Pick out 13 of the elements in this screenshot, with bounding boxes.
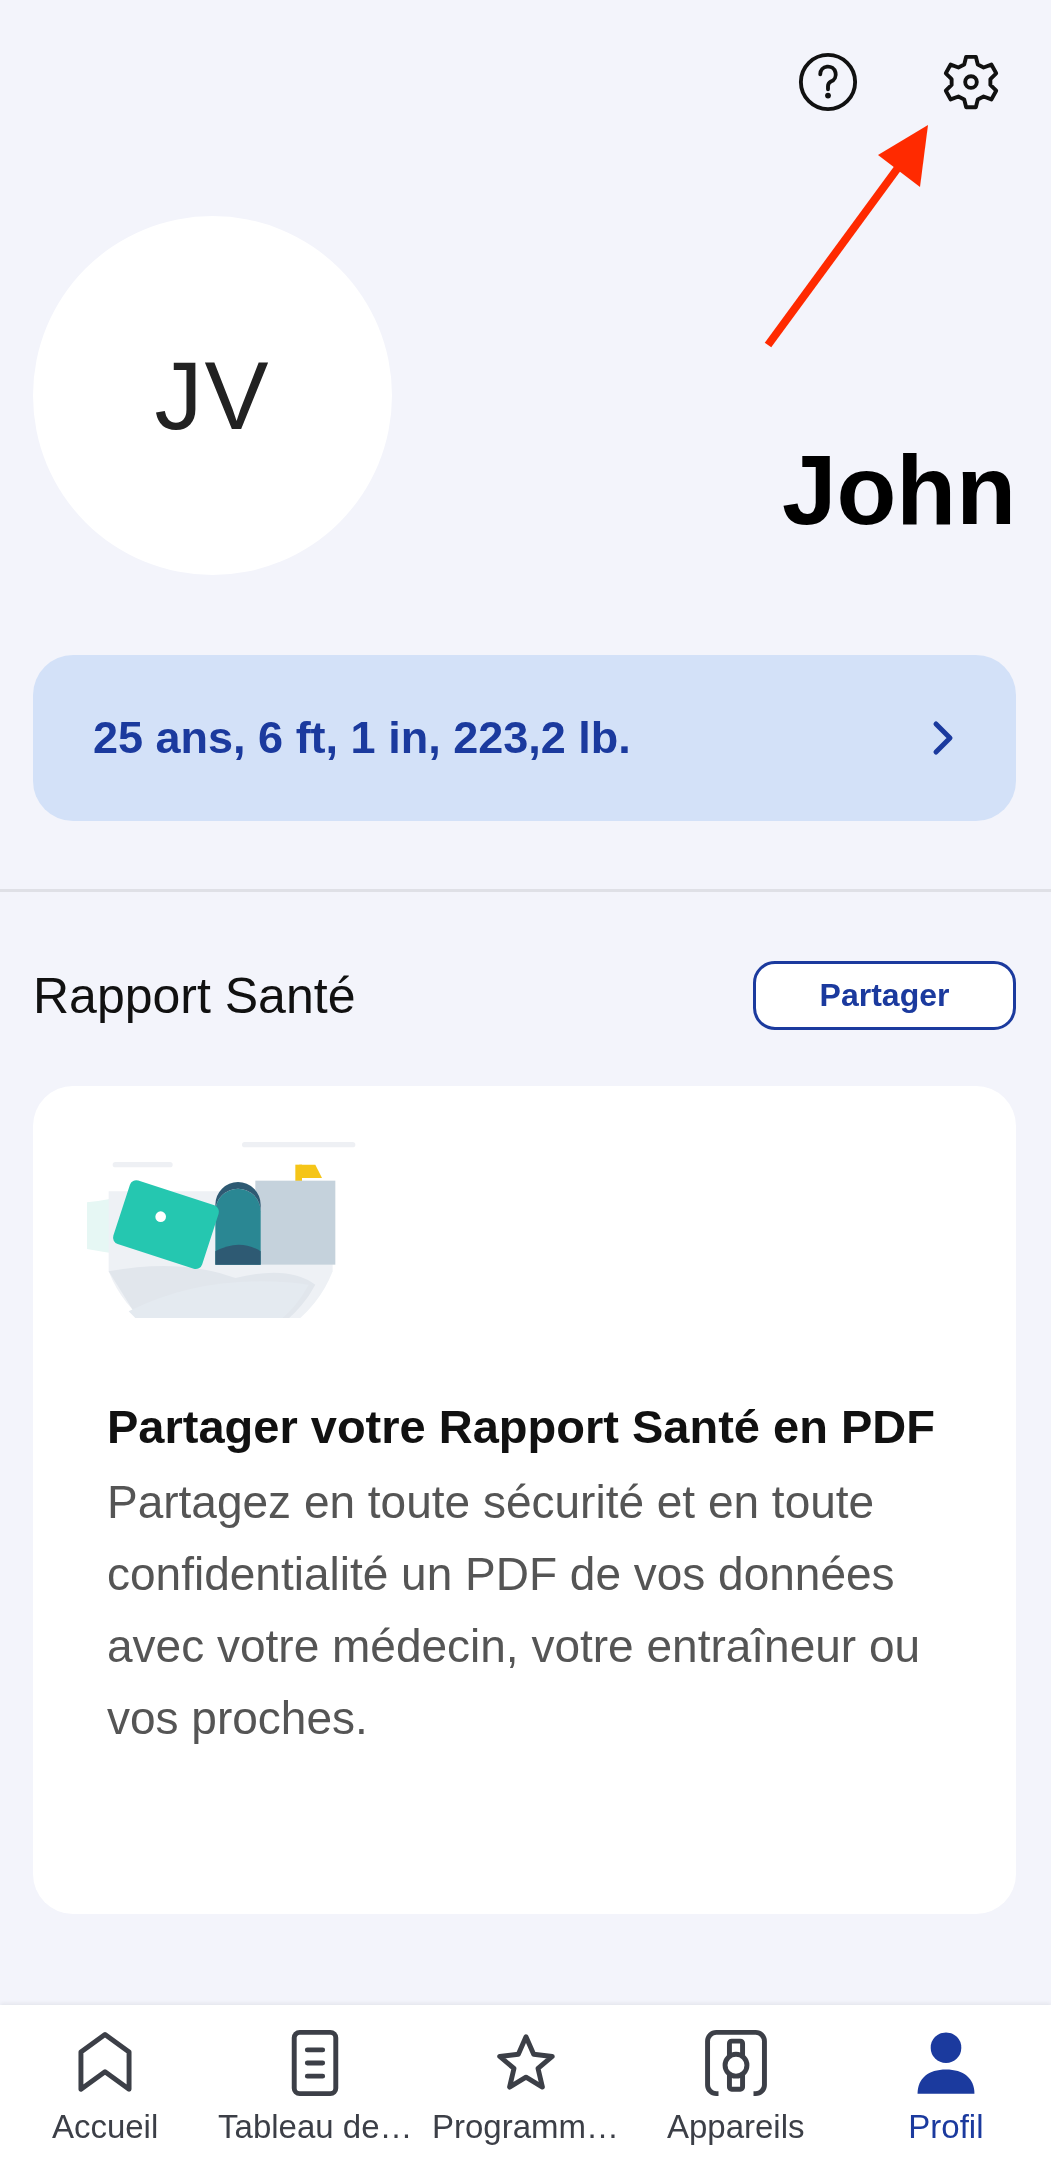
nav-tab[interactable]: Programm…: [420, 2005, 631, 2170]
nav-tab[interactable]: Tableau de…: [210, 2005, 421, 2170]
avatar-initials: JV: [33, 216, 392, 575]
nav-tab[interactable]: Profil: [840, 2005, 1051, 2170]
nav-tab[interactable]: Accueil: [0, 2005, 211, 2170]
share-button[interactable]: Partager: [753, 961, 1016, 1030]
user-name: John: [781, 441, 1016, 539]
section-title: Rapport Santé: [33, 966, 356, 1025]
profile-summary-button[interactable]: 25 ans, 6 ft, 1 in, 223,2 lb.: [33, 655, 1016, 821]
card-title: Partager votre Rapport Santé en PDF: [107, 1399, 936, 1455]
card-description: Partagez en toute sécurité et en toute confidentialité un PDF de vos données avec votre médecin, votre entraîneur ou vos proches.: [107, 1475, 922, 1746]
help-icon[interactable]: [797, 51, 859, 113]
nav-tab[interactable]: Appareils: [630, 2005, 841, 2170]
